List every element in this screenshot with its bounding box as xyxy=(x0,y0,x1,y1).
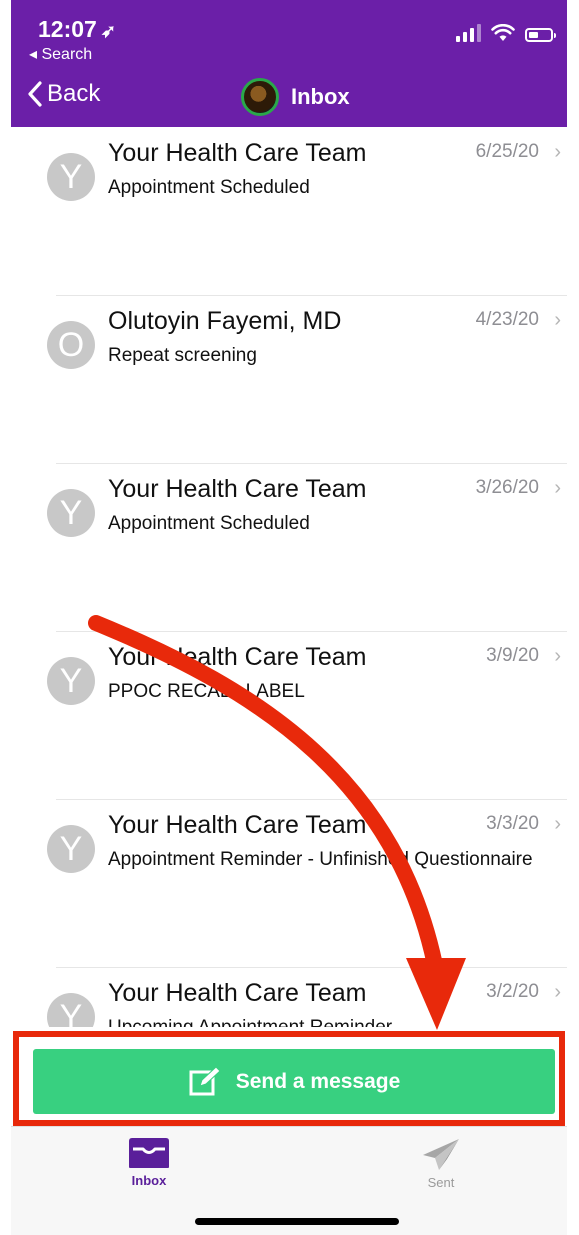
paper-plane-icon xyxy=(423,1139,459,1170)
sender-avatar: O xyxy=(47,321,95,369)
message-row[interactable]: Y Your Health Care Team PPOC RECALL LABE… xyxy=(11,631,567,799)
app-screen: 12:07➶ ◂ Search Back Inbox Y Your Healt xyxy=(11,0,567,1235)
sender-avatar: Y xyxy=(47,993,95,1027)
message-list[interactable]: Y Your Health Care Team Appointment Sche… xyxy=(11,127,567,1027)
message-sender: Your Health Care Team xyxy=(108,979,367,1007)
sender-avatar: Y xyxy=(47,825,95,873)
nav-header: 12:07 ➶ ◂ Search Back Inbox xyxy=(11,0,567,127)
message-date: 3/3/20 xyxy=(486,813,539,834)
sender-avatar: Y xyxy=(47,657,95,705)
send-message-highlight: Send a message xyxy=(13,1031,565,1126)
cellular-signal-icon xyxy=(456,24,481,42)
chevron-left-icon xyxy=(28,81,42,107)
message-subject: Appointment Scheduled xyxy=(108,177,310,198)
profile-avatar[interactable] xyxy=(241,78,279,116)
page-title: Inbox xyxy=(291,84,350,109)
back-label: Back xyxy=(47,80,101,107)
message-row[interactable]: Y Your Health Care Team Upcoming Appoint… xyxy=(11,967,567,1027)
back-button[interactable]: Back xyxy=(27,80,100,108)
back-to-app-link[interactable]: ◂ Search xyxy=(29,44,92,64)
tab-inbox[interactable]: Inbox xyxy=(127,1137,171,1188)
chevron-right-icon: › xyxy=(554,981,561,1003)
row-divider xyxy=(56,967,567,968)
send-message-label: Send a message xyxy=(235,1069,401,1093)
chevron-right-icon: › xyxy=(554,477,561,499)
row-divider xyxy=(56,799,567,800)
message-subject: Repeat screening xyxy=(108,345,257,366)
home-indicator xyxy=(195,1218,399,1225)
message-subject: Upcoming Appointment Reminder xyxy=(108,1017,548,1027)
message-date: 3/2/20 xyxy=(486,981,539,1002)
status-time: 12:07 ➶ xyxy=(38,16,116,43)
location-arrow-icon: ➶ xyxy=(100,21,116,41)
chevron-right-icon: › xyxy=(554,141,561,163)
row-divider xyxy=(56,463,567,464)
inbox-tray-icon xyxy=(129,1138,169,1168)
sender-avatar: Y xyxy=(47,489,95,537)
tab-sent-label: Sent xyxy=(427,1175,455,1190)
status-icons xyxy=(456,24,556,42)
message-row[interactable]: Y Your Health Care Team Appointment Remi… xyxy=(11,799,567,967)
message-date: 6/25/20 xyxy=(475,141,539,162)
chevron-right-icon: › xyxy=(554,813,561,835)
message-subject: Appointment Reminder - Unfinished Questi… xyxy=(108,849,533,870)
message-sender: Olutoyin Fayemi, MD xyxy=(108,307,342,335)
send-message-button[interactable]: Send a message xyxy=(33,1049,555,1114)
message-sender: Your Health Care Team xyxy=(108,811,367,839)
message-subject: Appointment Scheduled xyxy=(108,513,310,534)
wifi-icon xyxy=(491,24,515,41)
message-subject: PPOC RECALL LABEL xyxy=(108,681,305,702)
sender-avatar: Y xyxy=(47,153,95,201)
message-sender: Your Health Care Team xyxy=(108,643,367,671)
inbox-title-group: Inbox xyxy=(241,78,350,116)
row-divider xyxy=(56,631,567,632)
message-row[interactable]: Y Your Health Care Team Appointment Sche… xyxy=(11,127,567,295)
compose-icon xyxy=(189,1065,221,1095)
tab-inbox-label: Inbox xyxy=(131,1173,167,1188)
message-row[interactable]: O Olutoyin Fayemi, MD Repeat screening 4… xyxy=(11,295,567,463)
chevron-right-icon: › xyxy=(554,309,561,331)
message-date: 4/23/20 xyxy=(475,309,539,330)
message-sender: Your Health Care Team xyxy=(108,139,367,167)
row-divider xyxy=(56,295,567,296)
tab-sent[interactable]: Sent xyxy=(419,1137,463,1190)
chevron-right-icon: › xyxy=(554,645,561,667)
message-row[interactable]: Y Your Health Care Team Appointment Sche… xyxy=(11,463,567,631)
message-sender: Your Health Care Team xyxy=(108,475,367,503)
clock-text: 12:07 xyxy=(38,16,97,42)
message-date: 3/9/20 xyxy=(486,645,539,666)
message-date: 3/26/20 xyxy=(475,477,539,498)
battery-icon xyxy=(525,28,556,42)
